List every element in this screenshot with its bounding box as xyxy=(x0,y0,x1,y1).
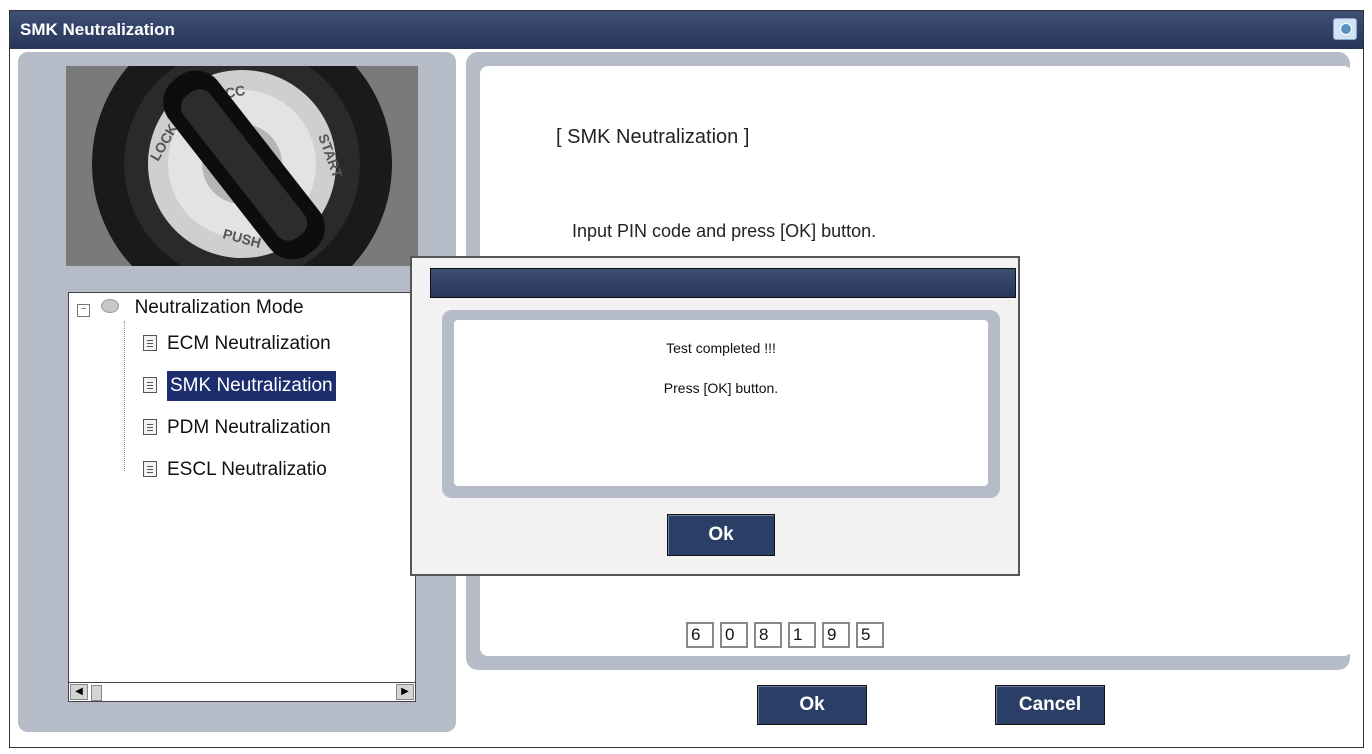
neutralization-mode-tree: − Neutralization Mode ECM Neutralization… xyxy=(68,292,416,692)
dialog-ok-button[interactable]: Ok xyxy=(667,514,775,556)
dialog-message-line: Press [OK] button. xyxy=(663,380,779,396)
tree-root-label: Neutralization Mode xyxy=(134,297,304,318)
tree-item-smk[interactable]: SMK Neutralization xyxy=(139,371,340,401)
tree-horizontal-scrollbar[interactable]: ◀ ▶ xyxy=(68,682,416,702)
scroll-right-icon[interactable]: ▶ xyxy=(396,684,414,700)
section-heading: [ SMK Neutralization ] xyxy=(556,126,750,148)
dialog-message-area: Test completed !!! Press [OK] button. xyxy=(454,320,988,486)
pin-digit-input[interactable]: 8 xyxy=(754,622,782,648)
camera-icon[interactable] xyxy=(1333,18,1357,40)
pin-digit-input[interactable]: 6 xyxy=(686,622,714,648)
dialog-message-line: Test completed !!! xyxy=(666,340,776,356)
tree-item-ecm[interactable]: ECM Neutralization xyxy=(139,329,335,359)
tree-item-label: ECM Neutralization xyxy=(167,333,331,354)
dialog-message-frame: Test completed !!! Press [OK] button. xyxy=(442,310,1000,498)
pin-digit-input[interactable]: 0 xyxy=(720,622,748,648)
scroll-thumb[interactable] xyxy=(91,685,102,701)
dialog-titlebar xyxy=(430,268,1016,298)
tree-item-escl[interactable]: ESCL Neutralizatio xyxy=(139,455,331,485)
cancel-button[interactable]: Cancel xyxy=(995,685,1105,725)
tree-root-neutralization-mode[interactable]: − Neutralization Mode xyxy=(73,293,308,323)
scroll-left-icon[interactable]: ◀ xyxy=(70,684,88,700)
collapse-icon[interactable]: − xyxy=(77,304,90,317)
document-icon xyxy=(143,461,157,477)
document-icon xyxy=(143,335,157,351)
window-titlebar: SMK Neutralization xyxy=(10,11,1363,49)
ignition-key-image: LOCK ACC START PUSH xyxy=(66,66,418,266)
document-icon xyxy=(143,377,157,393)
instruction-text: Input PIN code and press [OK] button. xyxy=(572,221,877,241)
window-title: SMK Neutralization xyxy=(20,20,175,39)
folder-icon xyxy=(101,299,120,313)
pin-digit-input[interactable]: 5 xyxy=(856,622,884,648)
test-completed-dialog: Test completed !!! Press [OK] button. Ok xyxy=(410,256,1020,576)
left-panel: LOCK ACC START PUSH − Neutralization Mod… xyxy=(18,52,456,732)
tree-item-label: ESCL Neutralizatio xyxy=(167,459,327,480)
tree-item-label: PDM Neutralization xyxy=(167,417,331,438)
ok-button[interactable]: Ok xyxy=(757,685,867,725)
document-icon xyxy=(143,419,157,435)
tree-item-label: SMK Neutralization xyxy=(167,371,336,401)
tree-connector-line xyxy=(124,321,126,471)
tree-item-pdm[interactable]: PDM Neutralization xyxy=(139,413,335,443)
pin-digit-input[interactable]: 1 xyxy=(788,622,816,648)
ignition-switch-illustration: LOCK ACC START PUSH xyxy=(66,66,418,266)
pin-digit-input[interactable]: 9 xyxy=(822,622,850,648)
